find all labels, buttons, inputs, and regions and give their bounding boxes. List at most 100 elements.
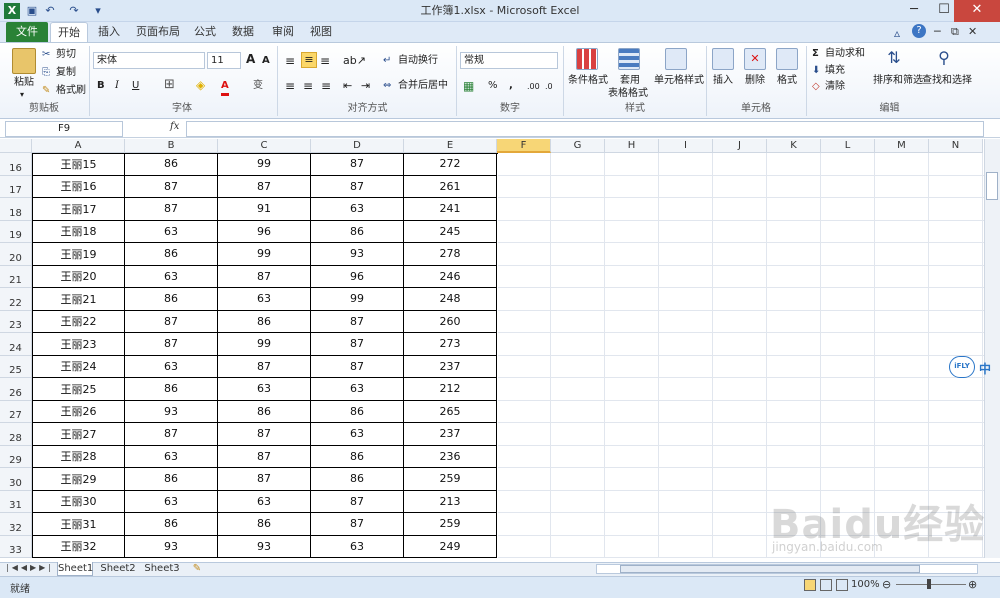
cell-d[interactable]: 87	[311, 310, 404, 333]
cell-b[interactable]: 63	[125, 445, 218, 468]
cell-e[interactable]: 241	[404, 198, 497, 221]
cell-c[interactable]: 96	[218, 220, 311, 243]
row-header[interactable]: 19	[0, 220, 32, 243]
shrink-font-button[interactable]: A	[262, 54, 270, 68]
column-header-c[interactable]: C	[218, 139, 311, 153]
format-painter-icon[interactable]: ✎	[42, 84, 50, 98]
cell-d[interactable]: 87	[311, 153, 404, 176]
row-header[interactable]: 28	[0, 423, 32, 446]
row-header[interactable]: 26	[0, 378, 32, 401]
sheet-tab-sheet2[interactable]: Sheet2	[98, 562, 138, 576]
column-header-l[interactable]: L	[821, 139, 875, 153]
format-as-table-button-line1[interactable]: 套用	[620, 74, 640, 88]
cell-a[interactable]: 王丽27	[32, 423, 125, 446]
zoom-out-icon[interactable]: ⊖	[882, 578, 891, 591]
cell-d[interactable]: 86	[311, 400, 404, 423]
sort-filter-icon[interactable]: ⇅	[884, 48, 904, 70]
row-header[interactable]: 30	[0, 468, 32, 491]
row-header[interactable]: 31	[0, 490, 32, 513]
cell-d[interactable]: 87	[311, 355, 404, 378]
cell-e[interactable]: 212	[404, 378, 497, 401]
cell-d[interactable]: 99	[311, 288, 404, 311]
cell-c[interactable]: 63	[218, 288, 311, 311]
row-header[interactable]: 23	[0, 310, 32, 333]
copy-button[interactable]: 复制	[56, 66, 76, 80]
cell-b[interactable]: 87	[125, 310, 218, 333]
cell-a[interactable]: 王丽29	[32, 468, 125, 491]
cell-d[interactable]: 96	[311, 265, 404, 288]
column-header-d[interactable]: D	[311, 139, 404, 153]
cell-a[interactable]: 王丽25	[32, 378, 125, 401]
cell-d[interactable]: 87	[311, 333, 404, 356]
cell-a[interactable]: 王丽22	[32, 310, 125, 333]
select-all-corner[interactable]	[0, 139, 32, 153]
orientation-icon[interactable]: ab↗	[343, 54, 366, 68]
phonetic-button[interactable]: 变	[253, 79, 263, 93]
row-header[interactable]: 29	[0, 445, 32, 468]
accounting-format-icon[interactable]: ▦	[463, 79, 474, 93]
cell-e[interactable]: 245	[404, 220, 497, 243]
clear-icon[interactable]: ◇	[812, 80, 820, 94]
cell-c[interactable]: 99	[218, 243, 311, 266]
row-header[interactable]: 17	[0, 175, 32, 198]
new-sheet-icon[interactable]: ✎	[188, 562, 206, 576]
sheet-tab-sheet1[interactable]: Sheet1	[57, 562, 93, 576]
cell-b[interactable]: 63	[125, 265, 218, 288]
row-header[interactable]: 20	[0, 243, 32, 266]
cell-d[interactable]: 87	[311, 175, 404, 198]
column-header-b[interactable]: B	[125, 139, 218, 153]
italic-button[interactable]: I	[115, 79, 119, 93]
cell-c[interactable]: 87	[218, 445, 311, 468]
formula-input[interactable]	[186, 121, 984, 137]
cell-a[interactable]: 王丽18	[32, 220, 125, 243]
cut-icon[interactable]: ✂	[42, 48, 50, 62]
cell-d[interactable]: 86	[311, 468, 404, 491]
tab-page-layout[interactable]: 页面布局	[130, 22, 186, 43]
fill-color-icon[interactable]: ◈	[196, 78, 205, 92]
cell-c[interactable]: 87	[218, 423, 311, 446]
cell-e[interactable]: 246	[404, 265, 497, 288]
cell-b[interactable]: 63	[125, 490, 218, 513]
decrease-indent-icon[interactable]: ⇤	[343, 79, 352, 93]
cell-e[interactable]: 237	[404, 423, 497, 446]
minimize-button[interactable]: ─	[898, 0, 930, 22]
grow-font-button[interactable]: A	[246, 52, 255, 66]
row-header[interactable]: 22	[0, 288, 32, 311]
cell-c[interactable]: 91	[218, 198, 311, 221]
zoom-slider-thumb[interactable]	[927, 579, 931, 589]
column-header-e[interactable]: E	[404, 139, 497, 153]
page-layout-view-icon[interactable]	[820, 579, 832, 591]
cell-b[interactable]: 86	[125, 153, 218, 176]
row-header[interactable]: 33	[0, 535, 32, 558]
zoom-in-icon[interactable]: ⊕	[968, 578, 977, 591]
column-header-f[interactable]: F	[497, 139, 551, 153]
wrap-text-button[interactable]: 自动换行	[398, 54, 438, 68]
align-top-icon[interactable]: ≡	[285, 54, 295, 68]
cell-c[interactable]: 87	[218, 175, 311, 198]
cell-b[interactable]: 93	[125, 535, 218, 558]
name-box[interactable]: F9	[5, 121, 123, 137]
align-bottom-icon[interactable]: ≡	[320, 54, 330, 68]
cell-c[interactable]: 63	[218, 490, 311, 513]
percent-button[interactable]: %	[488, 79, 498, 93]
increase-decimal-icon[interactable]: .00	[527, 80, 540, 94]
tab-formulas[interactable]: 公式	[188, 22, 222, 43]
column-header-i[interactable]: I	[659, 139, 713, 153]
tab-review[interactable]: 审阅	[264, 22, 302, 43]
copy-icon[interactable]: ⎘	[42, 66, 50, 80]
column-header-g[interactable]: G	[551, 139, 605, 153]
cell-c[interactable]: 86	[218, 310, 311, 333]
horizontal-scroll-thumb[interactable]	[620, 565, 920, 573]
format-cells-button[interactable]: 格式	[777, 74, 797, 88]
help-icon[interactable]: ?	[912, 24, 926, 38]
tab-view[interactable]: 视图	[302, 22, 340, 43]
tab-home[interactable]: 开始	[50, 22, 88, 43]
decrease-decimal-icon[interactable]: .0	[545, 80, 553, 94]
cell-d[interactable]: 86	[311, 445, 404, 468]
cell-a[interactable]: 王丽26	[32, 400, 125, 423]
cell-c[interactable]: 99	[218, 153, 311, 176]
cell-d[interactable]: 63	[311, 423, 404, 446]
insert-function-button[interactable]: fx	[170, 121, 179, 132]
cell-d[interactable]: 87	[311, 513, 404, 536]
vertical-scroll-thumb[interactable]	[986, 172, 998, 200]
